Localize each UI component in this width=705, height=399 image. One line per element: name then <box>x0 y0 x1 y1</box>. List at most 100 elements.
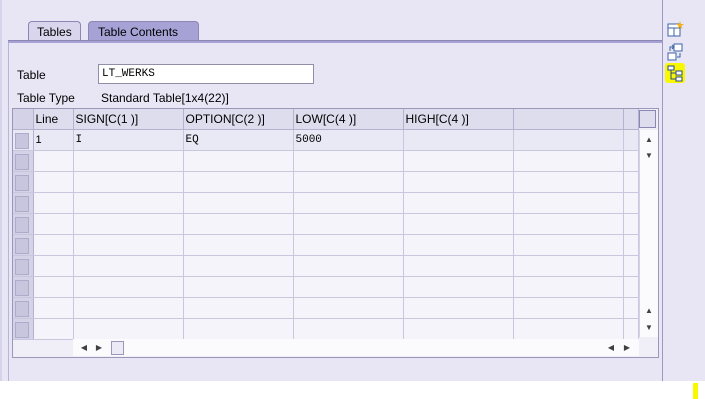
table-row[interactable] <box>13 192 639 214</box>
column-header-line[interactable]: Line <box>33 109 74 130</box>
grid-cell[interactable] <box>183 192 294 214</box>
grid-cell[interactable] <box>513 192 624 214</box>
row-selector[interactable] <box>13 213 34 235</box>
grid-cell[interactable] <box>513 213 624 235</box>
row-selector[interactable] <box>13 150 34 172</box>
select-all-cell[interactable] <box>13 109 34 130</box>
column-header-option[interactable]: OPTION[C(2 )] <box>183 109 294 130</box>
grid-cell[interactable] <box>73 255 184 277</box>
scroll-right-arrow-icon[interactable]: ▶ <box>620 342 634 354</box>
grid-cell[interactable] <box>293 150 404 172</box>
row-selector[interactable] <box>13 234 34 256</box>
table-row[interactable]: 1 I EQ 5000 <box>13 129 639 151</box>
grid-cell[interactable] <box>73 150 184 172</box>
grid-cell[interactable] <box>293 297 404 319</box>
grid-cell[interactable] <box>183 255 294 277</box>
page-up-arrow-icon[interactable]: ▼ <box>642 150 656 162</box>
table-row[interactable] <box>13 171 639 193</box>
grid-cell[interactable] <box>403 276 514 298</box>
page-down-arrow-icon[interactable]: ▲ <box>642 305 656 317</box>
grid-cell[interactable] <box>33 276 74 298</box>
row-selector[interactable] <box>13 255 34 277</box>
page-right-arrow-icon[interactable]: ▶ <box>92 342 106 354</box>
cell-low[interactable]: 5000 <box>293 129 404 151</box>
structure-tree-icon[interactable] <box>665 63 685 83</box>
scroll-up-arrow-icon[interactable]: ▲ <box>642 134 656 146</box>
grid-cell[interactable] <box>403 297 514 319</box>
grid-cell[interactable] <box>403 234 514 256</box>
column-settings-button[interactable] <box>639 110 656 128</box>
row-selector[interactable] <box>13 129 34 151</box>
grid-cell[interactable] <box>293 171 404 193</box>
grid-cell[interactable] <box>73 318 184 340</box>
cell-sign[interactable]: I <box>73 129 184 151</box>
grid-cell[interactable] <box>403 171 514 193</box>
grid-cell[interactable] <box>183 318 294 340</box>
row-selector[interactable] <box>13 192 34 214</box>
row-selector[interactable] <box>13 297 34 319</box>
column-header-low[interactable]: LOW[C(4 )] <box>293 109 404 130</box>
column-header-sign[interactable]: SIGN[C(1 )] <box>73 109 184 130</box>
grid-cell[interactable] <box>513 297 624 319</box>
table-row[interactable] <box>13 150 639 172</box>
horizontal-scroll-thumb[interactable] <box>111 341 124 355</box>
table-row[interactable] <box>13 213 639 235</box>
grid-cell[interactable] <box>293 192 404 214</box>
grid-cell[interactable] <box>33 150 74 172</box>
cell-option[interactable]: EQ <box>183 129 294 151</box>
grid-cell[interactable] <box>403 213 514 235</box>
grid-cell[interactable] <box>73 297 184 319</box>
table-row[interactable] <box>13 318 639 340</box>
grid-cell[interactable] <box>403 318 514 340</box>
grid-cell[interactable] <box>73 276 184 298</box>
grid-cell[interactable] <box>73 234 184 256</box>
grid-cell[interactable] <box>33 213 74 235</box>
column-header-high[interactable]: HIGH[C(4 )] <box>403 109 514 130</box>
grid-cell[interactable] <box>183 276 294 298</box>
grid-cell[interactable] <box>293 276 404 298</box>
grid-cell[interactable] <box>293 318 404 340</box>
table-row[interactable] <box>13 276 639 298</box>
grid-cell[interactable] <box>513 276 624 298</box>
row-selector[interactable] <box>13 276 34 298</box>
cell-high[interactable] <box>403 129 514 151</box>
cell-empty[interactable] <box>513 129 624 151</box>
grid-cell[interactable] <box>513 171 624 193</box>
grid-cell[interactable] <box>33 192 74 214</box>
scroll-left-arrow-icon[interactable]: ◀ <box>77 342 91 354</box>
grid-cell[interactable] <box>183 234 294 256</box>
table-row[interactable] <box>13 255 639 277</box>
horizontal-scrollbar[interactable]: ◀ ▶ ◀ ▶ <box>73 339 639 356</box>
transfer-icon[interactable] <box>665 42 685 62</box>
grid-cell[interactable] <box>403 150 514 172</box>
grid-cell[interactable] <box>33 318 74 340</box>
grid-cell[interactable] <box>293 213 404 235</box>
grid-cell[interactable] <box>403 255 514 277</box>
grid-cell[interactable] <box>33 297 74 319</box>
scroll-down-arrow-icon[interactable]: ▼ <box>642 322 656 334</box>
table-name-field[interactable]: LT_WERKS <box>98 64 314 84</box>
grid-cell[interactable] <box>73 192 184 214</box>
grid-cell[interactable] <box>403 192 514 214</box>
grid-cell[interactable] <box>33 171 74 193</box>
grid-cell[interactable] <box>513 234 624 256</box>
grid-cell[interactable] <box>513 255 624 277</box>
grid-cell[interactable] <box>293 255 404 277</box>
tab-tables[interactable]: Tables <box>28 21 81 42</box>
new-table-icon[interactable] <box>665 20 685 40</box>
grid-cell[interactable] <box>513 150 624 172</box>
row-selector[interactable] <box>13 171 34 193</box>
grid-cell[interactable] <box>183 213 294 235</box>
page-left-arrow-icon[interactable]: ◀ <box>604 342 618 354</box>
grid-cell[interactable] <box>73 171 184 193</box>
grid-cell[interactable] <box>183 171 294 193</box>
grid-cell[interactable] <box>73 213 184 235</box>
grid-cell[interactable] <box>293 234 404 256</box>
grid-cell[interactable] <box>513 318 624 340</box>
grid-cell[interactable] <box>33 234 74 256</box>
tab-table-contents[interactable]: Table Contents <box>88 21 200 42</box>
cell-line[interactable]: 1 <box>33 129 74 151</box>
table-row[interactable] <box>13 234 639 256</box>
grid-cell[interactable] <box>183 297 294 319</box>
grid-cell[interactable] <box>33 255 74 277</box>
